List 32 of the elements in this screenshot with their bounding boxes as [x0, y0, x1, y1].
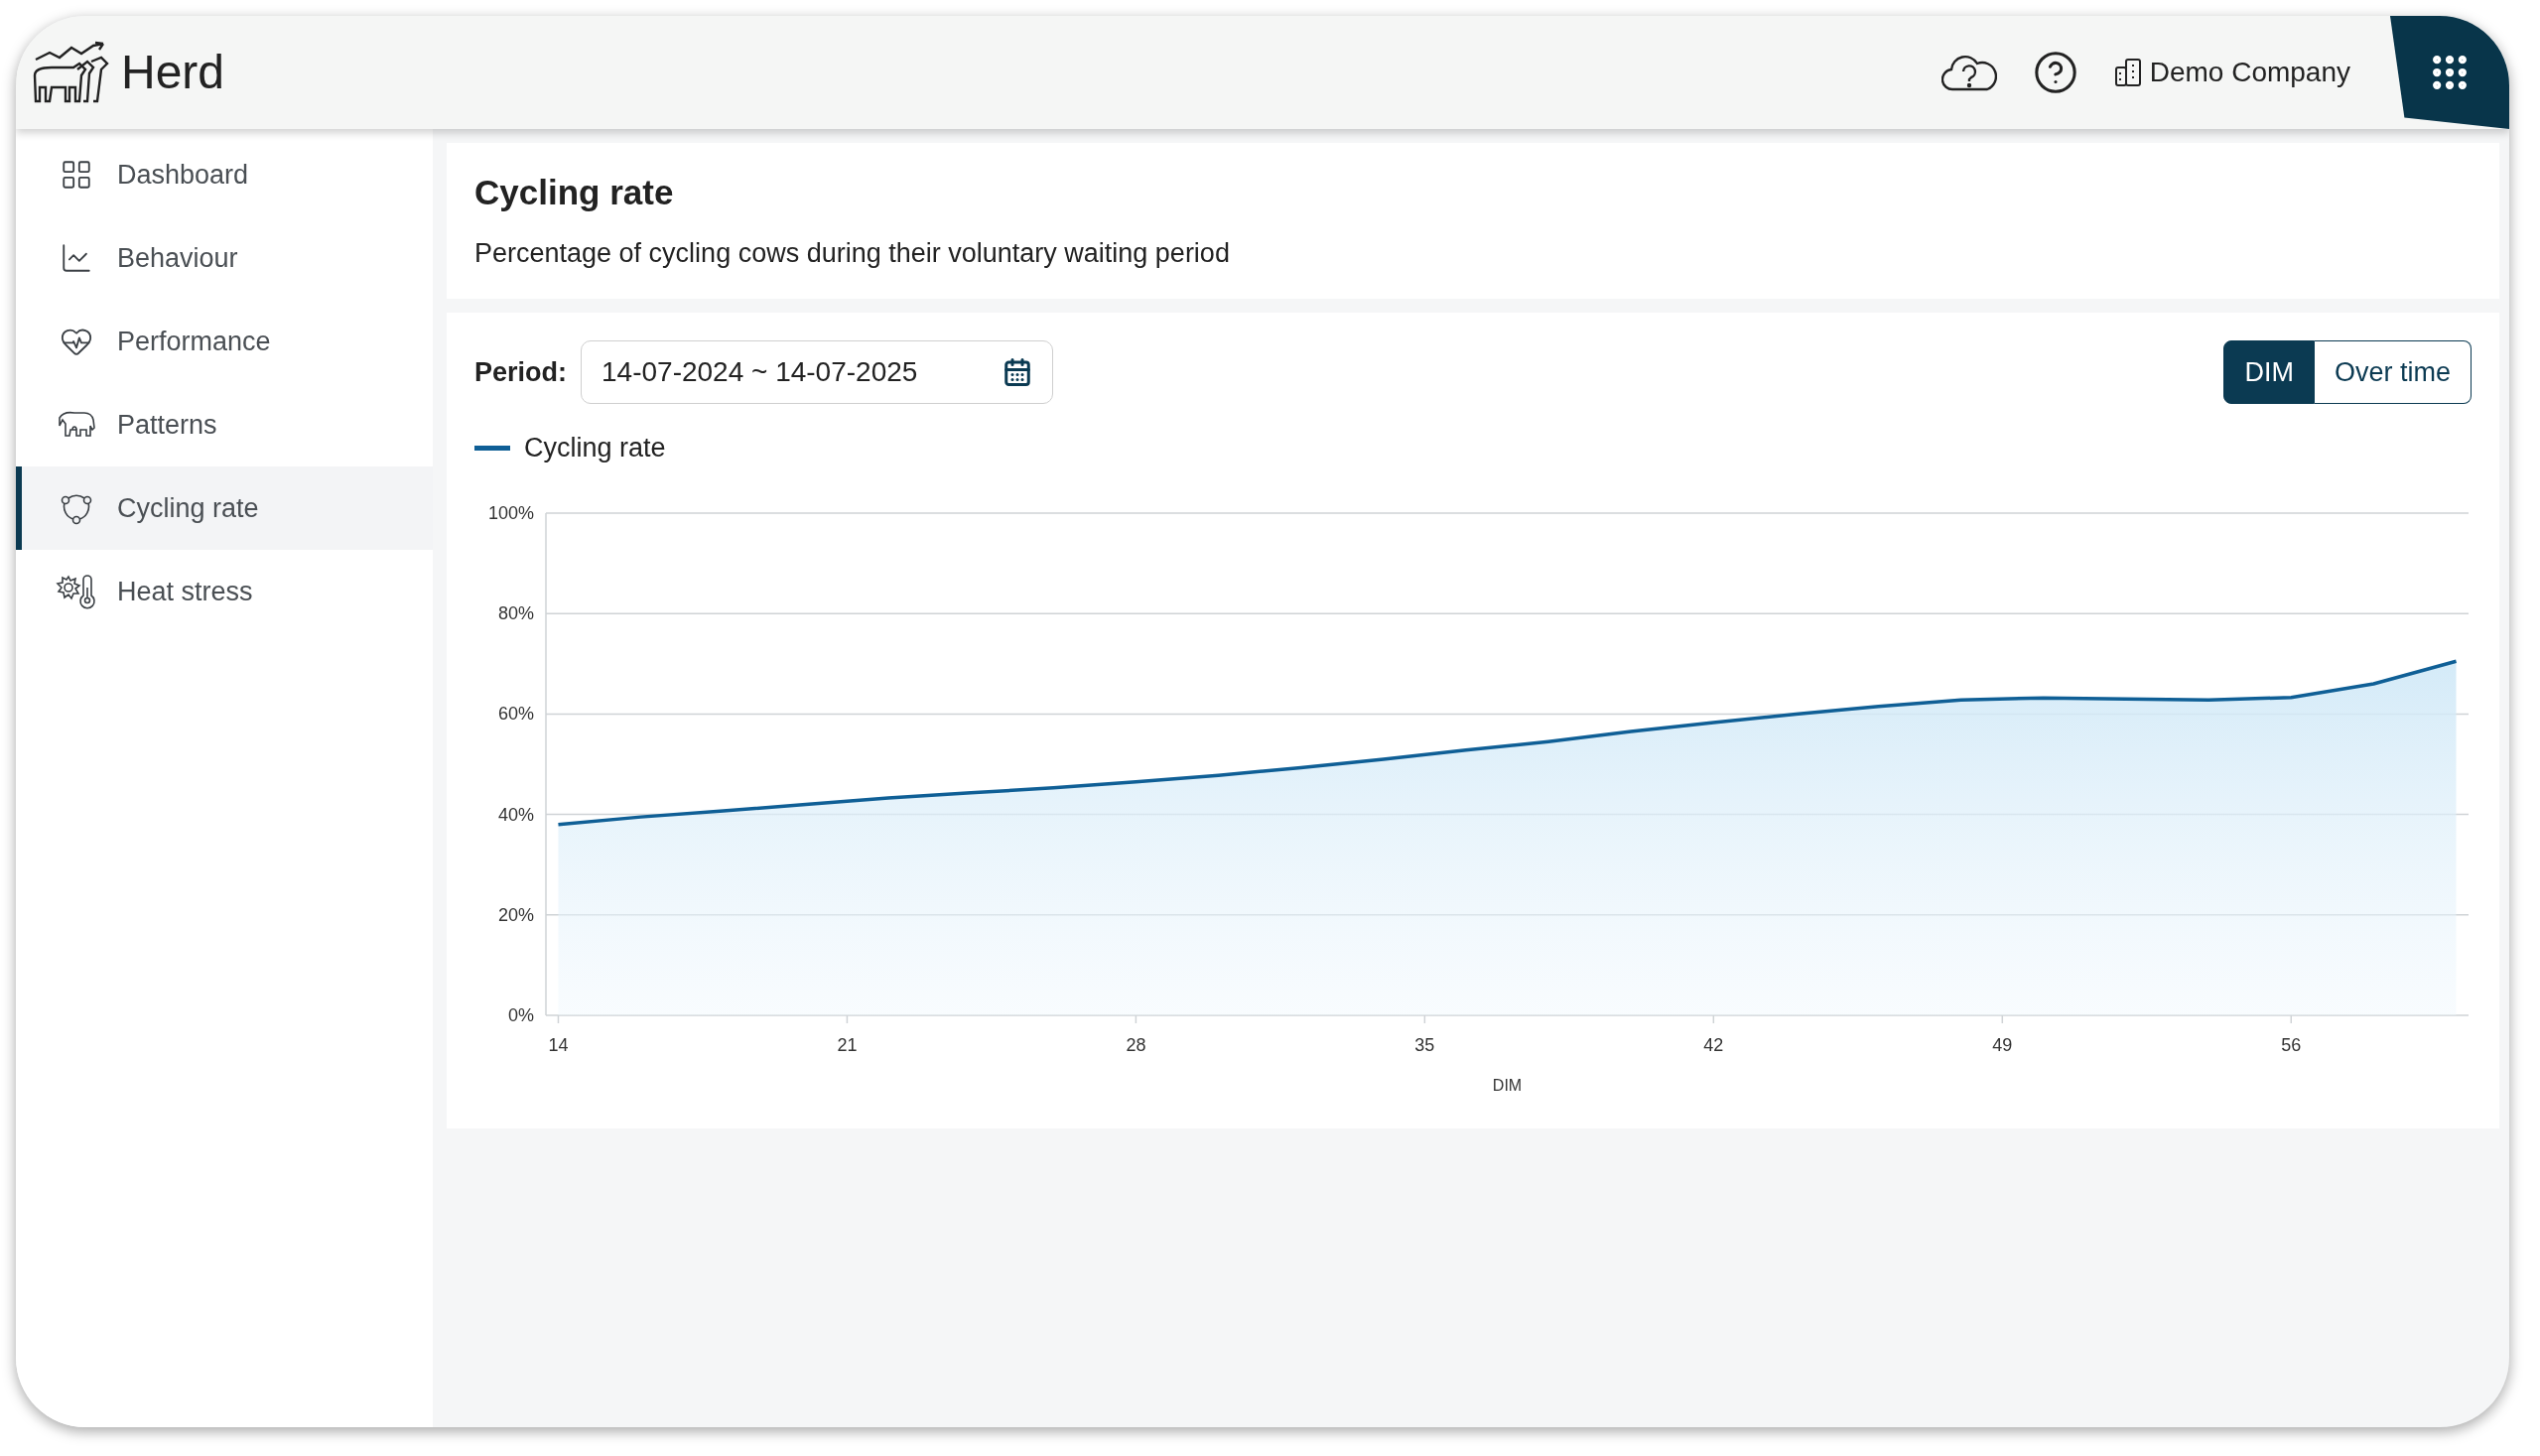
x-axis-label: 56 [2281, 1034, 2302, 1055]
x-axis-label: 42 [1703, 1034, 1724, 1055]
y-axis-label: 80% [497, 602, 534, 623]
legend-label[interactable]: Cycling rate [524, 428, 666, 468]
sidebar-item[interactable]: Cycling rate [16, 466, 433, 550]
x-axis-label: 21 [837, 1034, 858, 1055]
page-subtitle: Percentage of cycling cows during their voluntary waiting period [474, 236, 1231, 270]
page-title: Cycling rate [474, 172, 675, 213]
building-icon [2113, 58, 2144, 87]
app-title: Herd [121, 45, 225, 100]
line-chart-icon [60, 241, 93, 275]
company-name[interactable]: Demo Company [2149, 52, 2350, 93]
view-toggle-button[interactable]: DIM [2223, 340, 2315, 404]
view-toggle-button[interactable]: Over time [2314, 340, 2472, 404]
date-range-field[interactable]: 14-07-2024 ~ 14-07-2025 [581, 340, 1053, 404]
grid-icon [60, 158, 93, 192]
calendar-icon[interactable] [1003, 357, 1032, 387]
x-axis-title: DIM [1492, 1076, 1523, 1094]
y-axis-label: 100% [487, 502, 534, 523]
sun-thermometer-icon [56, 574, 97, 609]
x-axis-label: 49 [1992, 1034, 2013, 1055]
y-axis-label: 20% [497, 904, 534, 925]
y-axis-label: 0% [508, 1004, 534, 1025]
x-axis-label: 35 [1414, 1034, 1435, 1055]
y-axis-label: 40% [497, 804, 534, 825]
app-launcher-button[interactable] [2390, 16, 2509, 129]
x-axis-label: 28 [1126, 1034, 1146, 1055]
legend-swatch [474, 445, 510, 451]
help-icon[interactable] [2032, 50, 2078, 95]
x-axis-label: 14 [548, 1034, 569, 1055]
y-axis-label: 60% [497, 703, 534, 724]
period-label: Period: [474, 355, 567, 389]
